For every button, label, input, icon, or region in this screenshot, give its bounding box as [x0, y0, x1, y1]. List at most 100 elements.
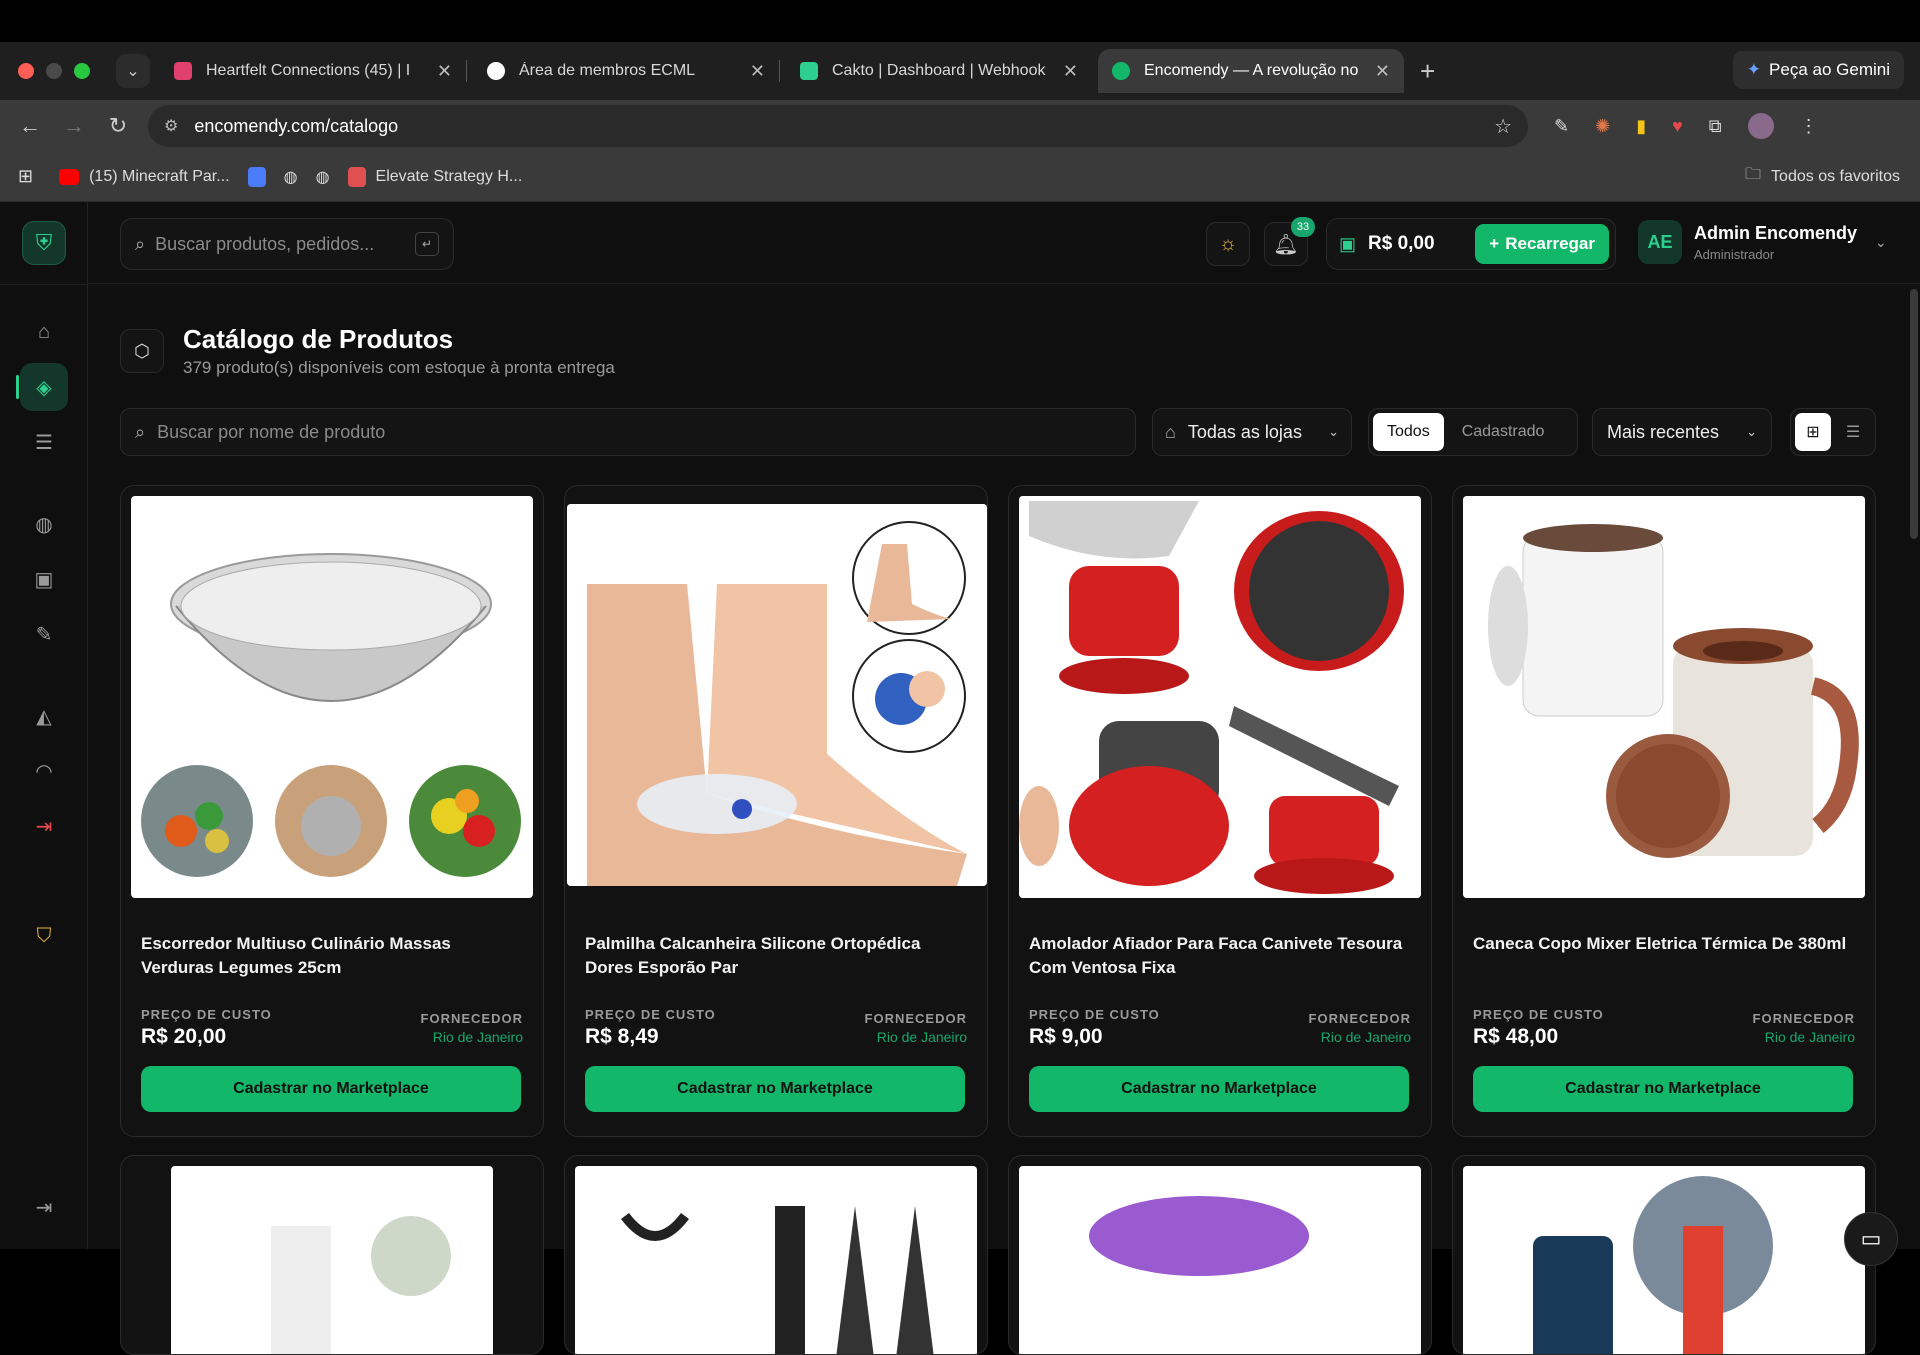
product-name[interactable]: Caneca Copo Mixer Eletrica Térmica De 38…	[1473, 932, 1857, 956]
chevron-down-icon: ⌄	[126, 63, 140, 80]
product-search-input[interactable]: ⌕ Buscar por nome de produto	[120, 408, 1136, 456]
product-image[interactable]	[171, 1166, 493, 1354]
browser-tab[interactable]: Área de membros ECML ✕	[473, 49, 779, 93]
notifications-button[interactable]: 🔔︎ 33	[1264, 217, 1315, 266]
back-button[interactable]: ←	[8, 113, 52, 139]
url-bar[interactable]: ⚙ encomendy.com/catalogo ☆	[148, 105, 1528, 147]
cost-label: PREÇO DE CUSTO	[1029, 1007, 1160, 1022]
chat-button[interactable]: ▭	[1844, 1212, 1898, 1266]
register-marketplace-button[interactable]: Cadastrar no Marketplace	[585, 1066, 965, 1112]
logout-red-icon[interactable]: ⇥	[20, 802, 68, 850]
product-name[interactable]: Palmilha Calcanheira Silicone Ortopédica…	[585, 932, 969, 980]
register-marketplace-button[interactable]: Cadastrar no Marketplace	[1029, 1066, 1409, 1112]
product-card	[1452, 1155, 1876, 1355]
recharge-button[interactable]: + Recarregar	[1475, 224, 1609, 264]
claude-extension-icon[interactable]: ✺	[1595, 116, 1610, 137]
wallet-icon: ▣	[1339, 233, 1357, 254]
supplier-location: Rio de Janeiro	[432, 1029, 523, 1045]
wallet-balance: ▣ R$ 0,00 + Recarregar	[1326, 218, 1616, 270]
register-marketplace-button[interactable]: Cadastrar no Marketplace	[1473, 1066, 1853, 1112]
bookmark-item[interactable]: (15) Minecraft Par...	[59, 168, 230, 186]
register-marketplace-button[interactable]: Cadastrar no Marketplace	[141, 1066, 521, 1112]
cost-label: PREÇO DE CUSTO	[141, 1007, 272, 1022]
shield-icon[interactable]: ⛉	[20, 912, 68, 960]
product-image[interactable]	[131, 496, 533, 898]
headset-icon[interactable]: ◠	[20, 747, 68, 795]
bookmark-item[interactable]: ◍	[284, 167, 298, 187]
globe-icon[interactable]: ◍	[20, 500, 68, 548]
theme-toggle-button[interactable]: ☼	[1206, 222, 1250, 266]
scrollbar-thumb[interactable]	[1910, 289, 1918, 539]
close-tab-icon[interactable]: ✕	[1375, 61, 1390, 82]
product-name[interactable]: Amolador Afiador Para Faca Canivete Teso…	[1029, 932, 1413, 980]
browser-tab[interactable]: Cakto | Dashboard | Webhook ✕	[786, 49, 1092, 93]
app-logo-icon[interactable]: ⛨	[22, 221, 66, 265]
filter-all-button[interactable]: Todos	[1373, 413, 1444, 451]
cost-label: PREÇO DE CUSTO	[1473, 1007, 1604, 1022]
product-name[interactable]: Escorredor Multiuso Culinário Massas Ver…	[141, 932, 525, 980]
tab-favicon-icon	[1112, 62, 1130, 80]
grid-view-icon[interactable]: ⊞	[1795, 413, 1831, 451]
product-image[interactable]	[1463, 496, 1865, 898]
profile-avatar-icon[interactable]	[1747, 113, 1774, 139]
cost-price: R$ 48,00	[1473, 1025, 1559, 1048]
supplier-location: Rio de Janeiro	[876, 1029, 967, 1045]
cost-price: R$ 9,00	[1029, 1025, 1103, 1048]
all-bookmarks-button[interactable]: 🗀 Todos os favoritos	[1745, 163, 1900, 190]
close-tab-icon[interactable]: ✕	[1063, 61, 1078, 82]
puzzle-extensions-icon[interactable]: ⧉	[1709, 116, 1722, 137]
reload-button[interactable]: ↻	[96, 113, 140, 139]
bookmark-item[interactable]	[247, 166, 266, 187]
close-tab-icon[interactable]: ✕	[750, 61, 765, 82]
bookmark-item[interactable]: ◍	[316, 167, 330, 187]
wrench-icon[interactable]: ✎	[20, 610, 68, 658]
docs-icon	[247, 166, 266, 187]
bookmark-star-icon[interactable]: ☆	[1494, 114, 1512, 139]
pen-extension-icon[interactable]: ✎	[1554, 116, 1569, 137]
scrollbar[interactable]	[1908, 285, 1920, 1249]
product-image[interactable]	[1019, 496, 1421, 898]
product-image[interactable]	[567, 504, 987, 886]
global-search-input[interactable]: ⌕ Buscar produtos, pedidos... ↵	[120, 218, 454, 270]
chevron-down-icon: ⌄	[1328, 424, 1339, 439]
minimize-window-button[interactable]	[46, 63, 62, 79]
browser-menu-icon[interactable]: ⋮	[1800, 116, 1818, 137]
store-select[interactable]: ⌂ Todas as lojas ⌄	[1152, 408, 1352, 456]
page-title: Catálogo de Produtos	[183, 324, 454, 354]
sort-select-value: Mais recentes	[1607, 421, 1720, 442]
heart-extension-icon[interactable]: ♥	[1672, 116, 1683, 137]
maximize-window-button[interactable]	[74, 63, 90, 79]
browser-tab-active[interactable]: Encomendy — A revolução no ✕	[1098, 49, 1404, 93]
site-info-icon[interactable]: ⚙	[164, 116, 178, 136]
sort-select[interactable]: Mais recentes ⌄	[1592, 408, 1772, 456]
product-image[interactable]	[1463, 1166, 1865, 1354]
layers-icon[interactable]: ◈	[16, 363, 68, 411]
graduation-cap-icon[interactable]: ◭	[20, 692, 68, 740]
store-icon: ⌂	[1165, 421, 1176, 442]
forward-button[interactable]: →	[52, 113, 96, 139]
gemini-button[interactable]: ✦ Peça ao Gemini	[1732, 51, 1904, 89]
tab-title: Encomendy — A revolução no	[1144, 62, 1359, 79]
filter-registered-button[interactable]: Cadastrado	[1448, 413, 1559, 451]
product-card	[1008, 1155, 1432, 1355]
apps-grid-icon[interactable]: ⊞	[18, 166, 33, 187]
wallet-icon[interactable]: ▣	[20, 555, 68, 603]
product-image[interactable]	[1019, 1166, 1421, 1354]
new-tab-button[interactable]: +	[1420, 56, 1435, 87]
browser-tab[interactable]: Heartfelt Connections (45) | I ✕	[160, 49, 466, 93]
close-window-button[interactable]	[18, 63, 34, 79]
product-card: Amolador Afiador Para Faca Canivete Teso…	[1008, 485, 1432, 1137]
home-icon[interactable]: ⌂	[20, 308, 68, 356]
yellow-extension-icon[interactable]: ▮	[1636, 116, 1646, 137]
list-icon[interactable]: ☰	[20, 418, 68, 466]
list-view-icon[interactable]: ☰	[1835, 413, 1871, 451]
user-name: Admin Encomendy	[1694, 222, 1858, 243]
cost-label: PREÇO DE CUSTO	[585, 1007, 716, 1022]
product-image[interactable]	[575, 1166, 977, 1354]
tab-search-button[interactable]: ⌄	[116, 54, 150, 88]
bookmark-item[interactable]: Elevate Strategy H...	[347, 166, 522, 187]
user-menu[interactable]: AE Admin Encomendy Administrador ⌄	[1638, 220, 1887, 264]
exit-icon[interactable]: ⇥	[20, 1183, 68, 1231]
notification-count-badge: 33	[1291, 217, 1315, 237]
close-tab-icon[interactable]: ✕	[437, 61, 452, 82]
